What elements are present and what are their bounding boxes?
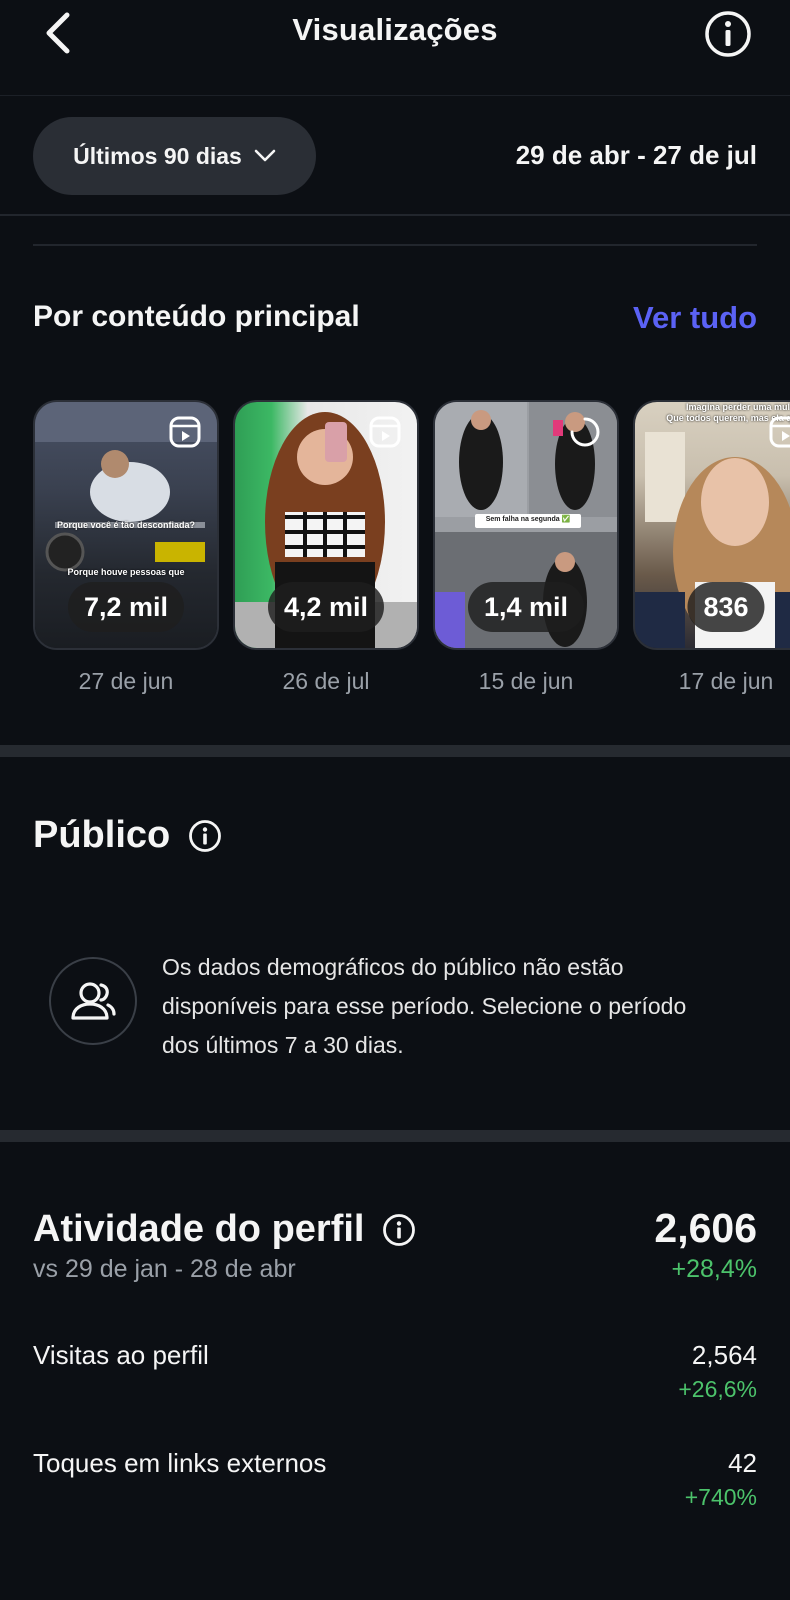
view-count: 7,2 mil bbox=[67, 582, 185, 632]
metric-label-profile-visits: Visitas ao perfil bbox=[33, 1340, 209, 1370]
activity-total: 2,606 bbox=[654, 1205, 757, 1251]
caption-text: Imagina perder uma mulher bbox=[685, 402, 790, 412]
profile-activity-section-title: Atividade do perfil bbox=[33, 1208, 416, 1251]
metric-value-external-links: 42 bbox=[728, 1448, 757, 1478]
info-icon bbox=[705, 11, 751, 57]
loading-icon bbox=[570, 417, 600, 447]
info-icon[interactable] bbox=[188, 819, 222, 853]
content-date: 15 de jun bbox=[478, 668, 574, 694]
filter-row: Últimos 90 dias 29 de abr - 27 de jul bbox=[0, 96, 790, 216]
profile-activity-title: Atividade do perfil bbox=[33, 1208, 365, 1250]
people-icon bbox=[71, 982, 116, 1020]
period-label: Últimos 90 dias bbox=[73, 142, 242, 169]
see-all-link[interactable]: Ver tudo bbox=[633, 300, 757, 336]
metric-change-external-links: +740% bbox=[684, 1484, 757, 1510]
view-count: 4,2 mil bbox=[267, 582, 385, 632]
section-divider bbox=[0, 1130, 790, 1142]
content-card[interactable]: Imagina perder uma mulher Que todos quer… bbox=[633, 400, 790, 650]
top-content-heading: Por conteúdo principal bbox=[33, 300, 360, 333]
metric-value-profile-visits: 2,564 bbox=[691, 1340, 757, 1370]
audience-unavailable-message: Os dados demográficos do público não est… bbox=[162, 954, 687, 1058]
caption-text: Porque você é tão desconfiada? bbox=[56, 520, 196, 530]
activity-total-change: +28,4% bbox=[671, 1255, 758, 1283]
reel-icon bbox=[769, 416, 790, 448]
audience-section-title: Público bbox=[33, 814, 222, 857]
divider bbox=[33, 244, 757, 246]
comparison-period: vs 29 de jan - 28 de abr bbox=[33, 1255, 296, 1283]
audience-title: Público bbox=[33, 814, 171, 856]
caption-text: Porque houve pessoas que bbox=[67, 567, 185, 577]
content-card[interactable]: 4,2 mil bbox=[233, 400, 419, 650]
top-content-carousel: Porque você é tão desconfiada? Porque ho… bbox=[33, 400, 790, 700]
reel-icon bbox=[169, 416, 201, 448]
info-icon[interactable] bbox=[382, 1213, 416, 1247]
period-dropdown[interactable]: Últimos 90 dias bbox=[33, 117, 316, 195]
content-date: 26 de jul bbox=[282, 668, 370, 694]
chevron-down-icon bbox=[254, 149, 276, 162]
content-date: 27 de jun bbox=[78, 668, 174, 694]
page-title: Visualizações bbox=[292, 12, 498, 47]
caption-text: Sem falha na segunda ✅ bbox=[485, 516, 571, 523]
content-date: 17 de jun bbox=[678, 668, 774, 694]
info-button[interactable] bbox=[704, 10, 752, 58]
content-card[interactable]: Porque você é tão desconfiada? Porque ho… bbox=[33, 400, 219, 650]
top-bar: Visualizações bbox=[0, 0, 790, 96]
reel-icon bbox=[369, 416, 401, 448]
section-divider bbox=[0, 745, 790, 757]
metric-label-external-links: Toques em links externos bbox=[33, 1448, 327, 1478]
metric-change-profile-visits: +26,6% bbox=[678, 1376, 757, 1402]
audience-icon bbox=[49, 957, 137, 1045]
content-card[interactable]: Sem falha na segunda ✅ 1,4 mil bbox=[433, 400, 619, 650]
view-count: 1,4 mil bbox=[467, 582, 585, 632]
date-range: 29 de abr - 27 de jul bbox=[515, 140, 757, 170]
view-count: 836 bbox=[687, 582, 765, 632]
